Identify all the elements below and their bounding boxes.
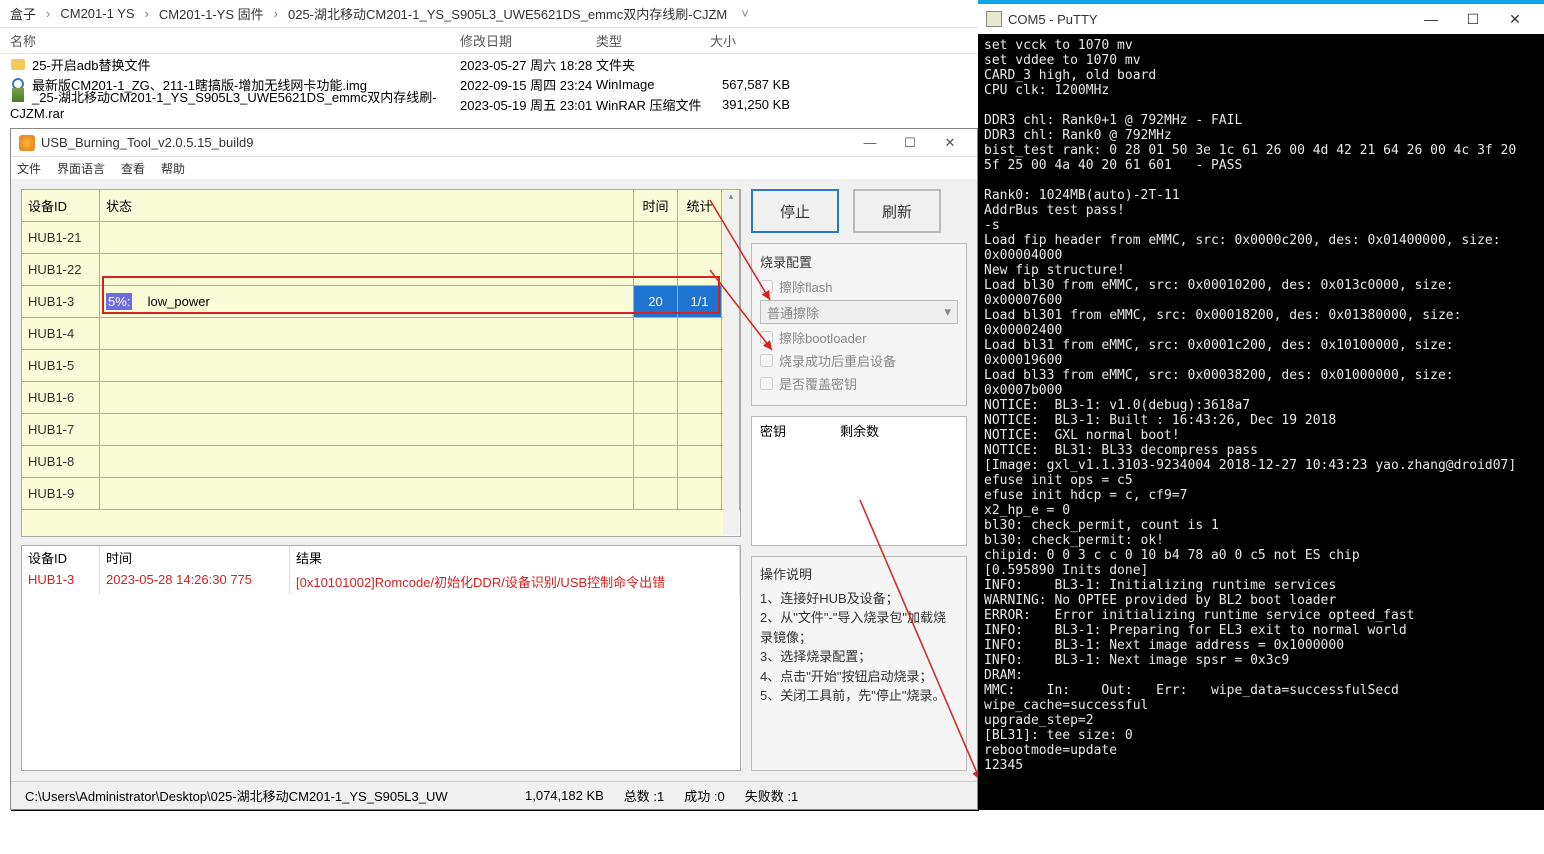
col-size[interactable]: 大小 xyxy=(710,31,790,50)
instruction-line: 3、选择烧录配置； xyxy=(760,647,958,667)
col-type[interactable]: 类型 xyxy=(596,31,710,50)
device-row[interactable]: HUB1-8 xyxy=(22,446,740,478)
col-device-id[interactable]: 设备ID xyxy=(22,190,100,221)
reboot-after-checkbox[interactable]: 烧录成功后重启设备 xyxy=(760,351,958,370)
overwrite-key-checkbox[interactable]: 是否覆盖密钥 xyxy=(760,374,958,393)
device-row[interactable]: HUB1-22 xyxy=(22,254,740,286)
instructions-header: 操作说明 xyxy=(760,565,958,585)
col-status[interactable]: 状态 xyxy=(100,190,634,221)
scrollbar[interactable] xyxy=(723,191,739,535)
menubar: 文件界面语言查看帮助 xyxy=(11,157,977,179)
instruction-line: 5、关闭工具前，先"停止"烧录。 xyxy=(760,686,958,706)
remain-label: 剩余数 xyxy=(840,421,879,440)
chevron-right-icon: › xyxy=(274,6,278,21)
erase-mode-select[interactable]: 普通擦除▾ xyxy=(760,300,958,324)
device-row[interactable]: HUB1-7 xyxy=(22,414,740,446)
burn-config-panel: 烧录配置 擦除flash 普通擦除▾ 擦除bootloader 烧录成功后重启设… xyxy=(751,243,967,406)
device-row[interactable]: HUB1-4 xyxy=(22,318,740,350)
minimize-button[interactable]: — xyxy=(1410,6,1452,32)
status-total: 总数 :1 xyxy=(614,786,674,805)
chevron-right-icon: › xyxy=(145,6,149,21)
instruction-line: 1、连接好HUB及设备； xyxy=(760,589,958,609)
maximize-button[interactable]: ☐ xyxy=(1452,6,1494,32)
menu-item[interactable]: 查看 xyxy=(121,160,145,177)
titlebar[interactable]: USB_Burning_Tool_v2.0.5.15_build9 — ☐ ✕ xyxy=(11,129,977,157)
key-panel: 密钥 剩余数 xyxy=(751,416,967,546)
log-col-time[interactable]: 时间 xyxy=(100,546,290,570)
breadcrumb-item[interactable]: CM201-1-YS 固件 xyxy=(155,2,268,25)
device-row[interactable]: HUB1-21 xyxy=(22,222,740,254)
menu-item[interactable]: 帮助 xyxy=(161,160,185,177)
window-title: USB_Burning_Tool_v2.0.5.15_build9 xyxy=(41,135,851,150)
rar-icon xyxy=(12,88,24,102)
app-icon xyxy=(19,135,35,151)
instructions-panel: 操作说明 1、连接好HUB及设备；2、从"文件"-"导入烧录包"加载烧录镜像；3… xyxy=(751,556,967,771)
col-time[interactable]: 时间 xyxy=(634,190,678,221)
device-row[interactable]: HUB1-9 xyxy=(22,478,740,510)
key-label: 密钥 xyxy=(760,421,840,440)
device-row[interactable]: HUB1-35%: low_power201/1 xyxy=(22,286,740,318)
chevron-right-icon: › xyxy=(46,6,50,21)
status-size: 1,074,182 KB xyxy=(515,788,614,803)
log-row[interactable]: HUB1-32023-05-28 14:26:30 775[0x10101002… xyxy=(22,570,740,594)
device-grid: 设备ID 状态 时间 统计 HUB1-21HUB1-22HUB1-35%: lo… xyxy=(21,189,741,537)
putty-icon xyxy=(986,11,1002,27)
breadcrumb[interactable]: 盒子 › CM201-1 YS › CM201-1-YS 固件 › 025-湖北移动CM20… xyxy=(6,2,731,25)
erase-flash-checkbox[interactable]: 擦除flash xyxy=(760,277,958,296)
log-grid: 设备ID 时间 结果 HUB1-32023-05-28 14:26:30 775… xyxy=(21,545,741,771)
refresh-button[interactable]: 刷新 xyxy=(853,189,941,233)
close-button[interactable]: ✕ xyxy=(1494,6,1536,32)
breadcrumb-item[interactable]: CM201-1 YS xyxy=(56,4,138,23)
erase-bootloader-checkbox[interactable]: 擦除bootloader xyxy=(760,328,958,347)
status-path: C:\Users\Administrator\Desktop\025-湖北移动C… xyxy=(15,786,515,805)
menu-item[interactable]: 文件 xyxy=(17,160,41,177)
terminal-output[interactable]: set vcck to 1070 mv set vddee to 1070 mv… xyxy=(978,34,1544,810)
instruction-line: 4、点击"开始"按钮启动烧录； xyxy=(760,667,958,687)
status-fail: 失败数 :1 xyxy=(735,786,808,805)
log-col-id[interactable]: 设备ID xyxy=(22,546,100,570)
breadcrumb-item[interactable]: 盒子 xyxy=(6,2,40,25)
minimize-button[interactable]: — xyxy=(851,132,889,154)
config-header: 烧录配置 xyxy=(760,252,958,271)
status-success: 成功 :0 xyxy=(674,786,734,805)
usb-burning-tool-window: USB_Burning_Tool_v2.0.5.15_build9 — ☐ ✕ … xyxy=(10,128,978,810)
device-row[interactable]: HUB1-6 xyxy=(22,382,740,414)
putty-titlebar[interactable]: COM5 - PuTTY — ☐ ✕ xyxy=(978,4,1544,34)
instruction-line: 2、从"文件"-"导入烧录包"加载烧录镜像； xyxy=(760,608,958,647)
breadcrumb-item[interactable]: 025-湖北移动CM201-1_YS_S905L3_UWE5621DS_emmc… xyxy=(284,2,731,25)
putty-title: COM5 - PuTTY xyxy=(1008,12,1410,27)
device-row[interactable]: HUB1-5 xyxy=(22,350,740,382)
stop-button[interactable]: 停止 xyxy=(751,189,839,233)
maximize-button[interactable]: ☐ xyxy=(891,132,929,154)
putty-window: COM5 - PuTTY — ☐ ✕ set vcck to 1070 mv s… xyxy=(978,0,1544,810)
close-button[interactable]: ✕ xyxy=(931,132,969,154)
status-bar: C:\Users\Administrator\Desktop\025-湖北移动C… xyxy=(11,781,977,809)
folder-icon xyxy=(11,59,25,70)
col-name[interactable]: 名称 xyxy=(10,31,460,50)
breadcrumb-dropdown[interactable]: ˅ xyxy=(735,6,749,21)
menu-item[interactable]: 界面语言 xyxy=(57,160,105,177)
chevron-down-icon: ▾ xyxy=(944,304,951,320)
col-stat[interactable]: 统计 xyxy=(678,190,722,221)
log-col-result[interactable]: 结果 xyxy=(290,546,740,570)
col-date[interactable]: 修改日期 xyxy=(460,31,596,50)
